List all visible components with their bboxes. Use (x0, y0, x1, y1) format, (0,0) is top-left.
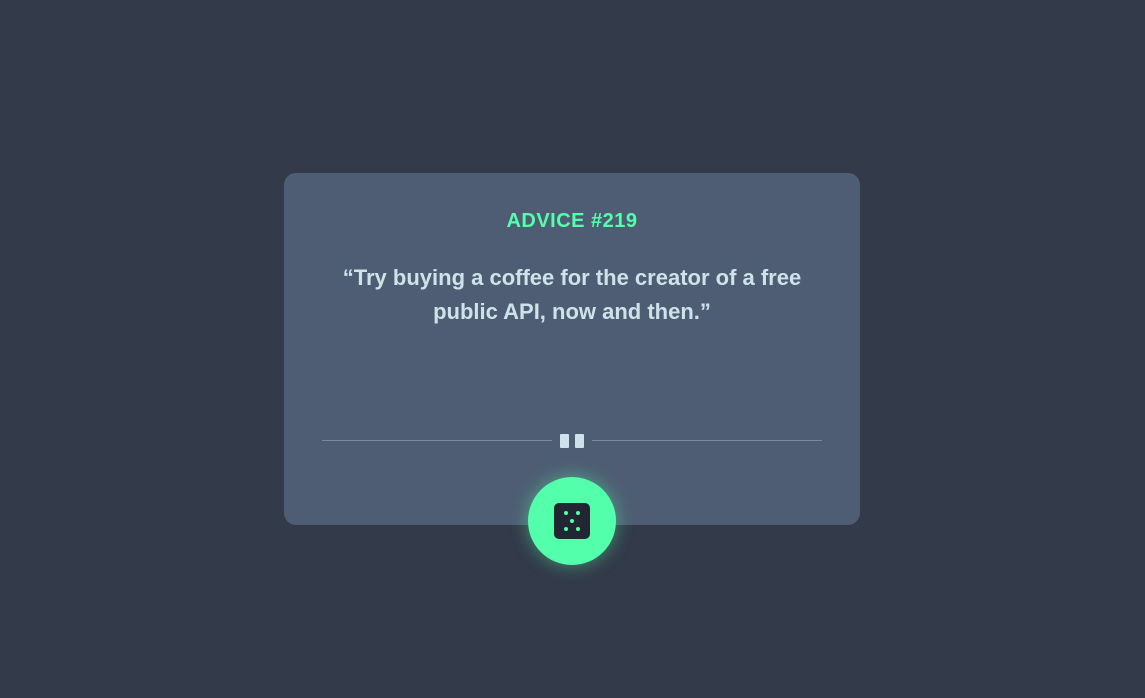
divider-line-left (322, 440, 552, 441)
advice-quote: “Try buying a coffee for the creator of … (342, 265, 802, 324)
divider-line-right (592, 440, 822, 441)
page: ADVICE #219 “Try buying a coffee for the… (0, 0, 1145, 698)
generate-advice-button[interactable] (528, 477, 616, 565)
dice-icon (554, 503, 590, 539)
advice-card: ADVICE #219 “Try buying a coffee for the… (284, 173, 860, 525)
advice-number: ADVICE #219 (506, 210, 638, 232)
divider (322, 432, 822, 450)
pause-icon (560, 434, 584, 448)
